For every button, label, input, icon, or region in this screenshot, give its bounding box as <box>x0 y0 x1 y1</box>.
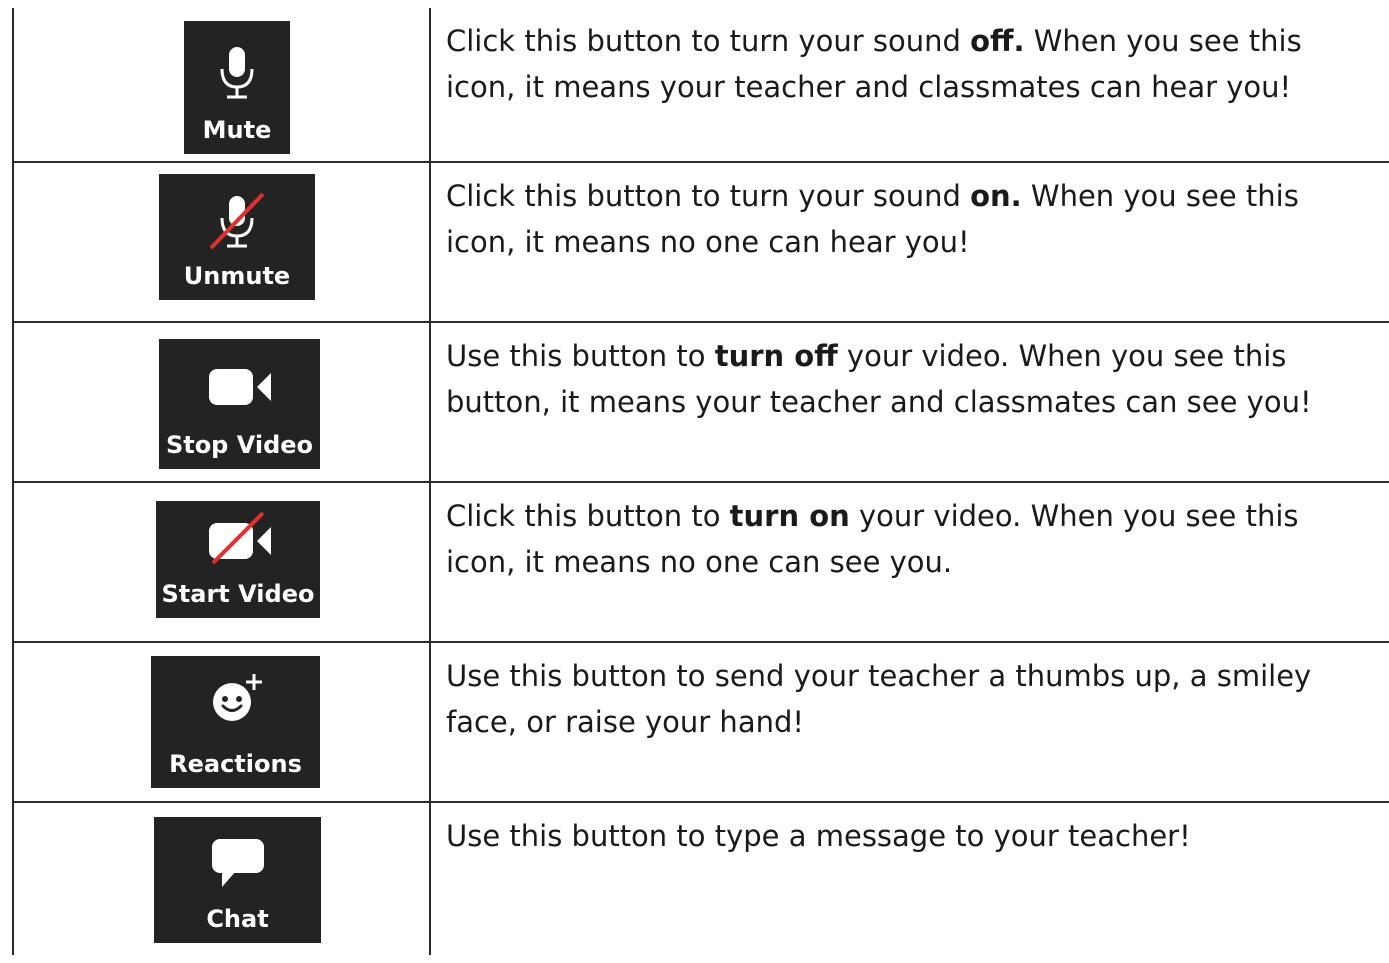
table-row: Start Video Click this button to turn on… <box>14 483 1389 643</box>
reactions-button[interactable]: Reactions <box>151 656 320 788</box>
mute-button-label: Mute <box>202 116 272 144</box>
video-camera-icon <box>159 367 320 407</box>
chat-bubble-icon <box>154 837 321 889</box>
mute-button[interactable]: Mute <box>184 21 290 154</box>
mute-description: Click this button to turn your sound off… <box>446 24 1302 104</box>
table-row: Reactions Use this button to send your t… <box>14 643 1389 803</box>
reactions-button-label: Reactions <box>169 750 302 778</box>
chat-button[interactable]: Chat <box>154 817 321 943</box>
start-video-button-label: Start Video <box>161 580 315 608</box>
table-row: Unmute Click this button to turn your so… <box>14 163 1389 323</box>
video-camera-off-icon <box>156 511 320 567</box>
start-video-description: Click this button to turn on your video.… <box>446 499 1299 579</box>
smiley-plus-icon <box>151 672 320 724</box>
microphone-muted-icon <box>159 192 315 252</box>
stop-video-button-label: Stop Video <box>165 431 314 459</box>
unmute-button-label: Unmute <box>183 262 291 290</box>
chat-description: Use this button to type a message to you… <box>446 819 1191 853</box>
reactions-description: Use this button to send your teacher a t… <box>446 659 1312 739</box>
table-row: Stop Video Use this button to turn off y… <box>14 323 1389 483</box>
unmute-description: Click this button to turn your sound on.… <box>446 179 1299 259</box>
chat-button-label: Chat <box>206 905 269 933</box>
stop-video-description: Use this button to turn off your video. … <box>446 339 1312 419</box>
start-video-button[interactable]: Start Video <box>156 501 320 618</box>
microphone-icon <box>184 45 290 101</box>
zoom-controls-guide-table: Mute Click this button to turn your soun… <box>0 0 1389 955</box>
stop-video-button[interactable]: Stop Video <box>159 339 320 469</box>
unmute-button[interactable]: Unmute <box>159 174 315 300</box>
table-row: Chat Use this button to type a message t… <box>14 803 1389 963</box>
table-row: Mute Click this button to turn your soun… <box>14 8 1389 168</box>
